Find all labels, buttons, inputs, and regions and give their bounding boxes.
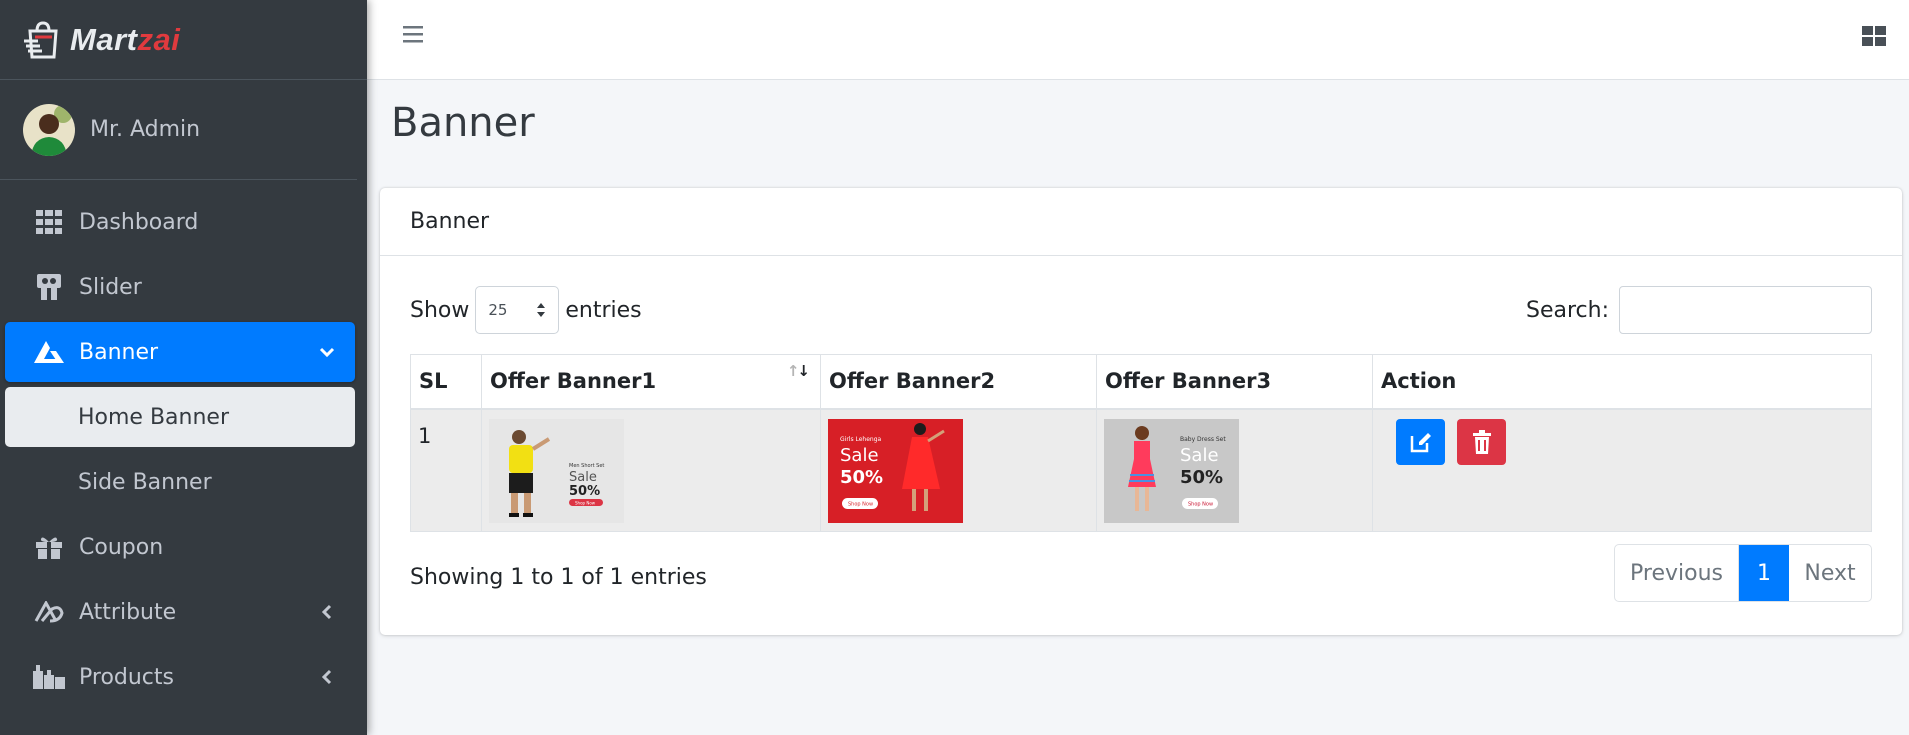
user-name: Mr. Admin bbox=[90, 117, 201, 142]
attribute-icon bbox=[33, 598, 65, 626]
column-header-offer-banner3[interactable]: Offer Banner3 bbox=[1096, 354, 1373, 410]
sidebar-item-banner[interactable]: Banner bbox=[5, 322, 355, 382]
banner2-caption: Girls Lehenga bbox=[840, 436, 882, 443]
banner1-caption: Men Short Set bbox=[569, 463, 604, 469]
user-panel[interactable]: Mr. Admin bbox=[0, 80, 357, 180]
entries-length-control: Show 25 entries bbox=[410, 286, 642, 334]
top-navbar bbox=[367, 0, 1909, 80]
banner1-image[interactable]: Men Short Set Sale 50% Shop Now bbox=[489, 418, 624, 523]
banner2-percent: 50% bbox=[840, 467, 883, 488]
cell-offer-banner2: Girls Lehenga Sale 50% Shop Now bbox=[820, 408, 1097, 532]
sidebar-subitem-label: Side Banner bbox=[78, 469, 212, 495]
sidebar-item-coupon[interactable]: Coupon bbox=[5, 517, 355, 577]
cell-sl: 1 bbox=[410, 408, 482, 532]
sidebar-item-dashboard[interactable]: Dashboard bbox=[5, 192, 355, 252]
column-header-sl[interactable]: SL bbox=[410, 354, 482, 410]
banner-card: Banner Show 25 entries Search: SL Offer … bbox=[380, 188, 1902, 635]
banner1-cta: Shop Now bbox=[575, 500, 596, 505]
gift-icon bbox=[33, 533, 65, 561]
search-control: Search: bbox=[1526, 286, 1872, 334]
cell-offer-banner1: Men Short Set Sale 50% Shop Now bbox=[481, 408, 821, 532]
sidebar-item-products[interactable]: Products bbox=[5, 647, 355, 707]
card-title: Banner bbox=[410, 209, 490, 234]
brand-name-part1: Mart bbox=[70, 21, 138, 57]
column-header-action[interactable]: Action bbox=[1372, 354, 1872, 410]
search-input[interactable] bbox=[1619, 286, 1872, 334]
banner2-image[interactable]: Girls Lehenga Sale 50% Shop Now bbox=[828, 418, 963, 523]
chevron-left-icon bbox=[321, 669, 332, 685]
table-row: 1 Men Short Set Sale 50% Shop Now Girls … bbox=[410, 408, 1872, 532]
sidebar: Martzai Mr. Admin Dashboard Slider Banne… bbox=[0, 0, 367, 735]
cell-action bbox=[1372, 408, 1872, 532]
sidebar-item-label: Coupon bbox=[79, 534, 164, 560]
table-header-row: SL Offer Banner1 ↑↓ Offer Banner2 Offer … bbox=[410, 354, 1872, 410]
sidebar-item-slider[interactable]: Slider bbox=[5, 257, 355, 317]
sidebar-subitem-label: Home Banner bbox=[78, 404, 230, 430]
banner1-sale: Sale bbox=[569, 470, 597, 485]
sidebar-item-label: Banner bbox=[79, 339, 159, 365]
brand-name-part2: zai bbox=[137, 21, 181, 57]
edit-icon bbox=[1410, 432, 1431, 452]
chevron-left-icon bbox=[321, 604, 332, 620]
brand-name: Martzai bbox=[70, 22, 180, 58]
delete-button[interactable] bbox=[1457, 418, 1506, 465]
banner3-image[interactable]: Baby Dress Set Sale 50% Shop Now bbox=[1104, 418, 1239, 523]
cell-offer-banner3: Baby Dress Set Sale 50% Shop Now bbox=[1096, 408, 1373, 532]
trash-icon bbox=[1472, 429, 1491, 454]
products-icon bbox=[33, 663, 65, 691]
slideshare-icon bbox=[33, 273, 65, 301]
banner-table: SL Offer Banner1 ↑↓ Offer Banner2 Offer … bbox=[410, 354, 1872, 532]
page-title: Banner bbox=[391, 100, 535, 146]
banner2-sale: Sale bbox=[840, 445, 879, 466]
sidebar-subitem-side-banner[interactable]: Side Banner bbox=[5, 452, 355, 512]
entries-select[interactable]: 25 bbox=[475, 286, 560, 334]
row-actions bbox=[1380, 418, 1864, 465]
select-arrows-icon bbox=[537, 303, 546, 317]
entries-select-value: 25 bbox=[488, 301, 508, 319]
banner3-cta: Shop Now bbox=[1188, 501, 1213, 507]
banner3-percent: 50% bbox=[1180, 467, 1223, 488]
next-page-button[interactable]: Next bbox=[1789, 545, 1871, 601]
sidebar-item-label: Products bbox=[79, 664, 174, 690]
banner-icon bbox=[33, 338, 65, 366]
brand[interactable]: Martzai bbox=[0, 0, 367, 80]
entries-label: entries bbox=[565, 297, 642, 323]
chevron-down-icon bbox=[319, 347, 335, 358]
sort-icon: ↑↓ bbox=[786, 362, 810, 380]
shopping-bag-logo-icon bbox=[24, 20, 58, 58]
apps-grid-icon[interactable] bbox=[1861, 23, 1887, 49]
hamburger-menu-icon[interactable] bbox=[401, 23, 425, 45]
banner3-caption: Baby Dress Set bbox=[1180, 436, 1226, 443]
banner1-percent: 50% bbox=[569, 484, 600, 499]
search-label: Search: bbox=[1526, 297, 1609, 323]
card-header: Banner bbox=[380, 188, 1902, 256]
banner3-sale: Sale bbox=[1180, 445, 1219, 466]
page-1-button[interactable]: 1 bbox=[1739, 545, 1789, 601]
sidebar-item-label: Slider bbox=[79, 274, 142, 300]
sidebar-item-label: Dashboard bbox=[79, 209, 199, 235]
sl-value: 1 bbox=[418, 423, 432, 448]
grid-icon bbox=[33, 208, 65, 236]
sidebar-nav: Dashboard Slider Banner Home Banner Side… bbox=[0, 180, 367, 707]
banner2-cta: Shop Now bbox=[848, 501, 873, 507]
sidebar-item-label: Attribute bbox=[79, 599, 177, 625]
table-info: Showing 1 to 1 of 1 entries bbox=[410, 565, 707, 590]
sidebar-subitem-home-banner[interactable]: Home Banner bbox=[5, 387, 355, 447]
column-header-offer-banner2[interactable]: Offer Banner2 bbox=[820, 354, 1097, 410]
edit-button[interactable] bbox=[1396, 418, 1445, 465]
pagination: Previous 1 Next bbox=[1614, 544, 1872, 602]
avatar bbox=[23, 103, 75, 156]
previous-page-button[interactable]: Previous bbox=[1615, 545, 1739, 601]
column-header-label: Offer Banner1 bbox=[490, 369, 657, 394]
sidebar-item-attribute[interactable]: Attribute bbox=[5, 582, 355, 642]
column-header-offer-banner1[interactable]: Offer Banner1 ↑↓ bbox=[481, 354, 821, 410]
show-label: Show bbox=[410, 297, 470, 323]
